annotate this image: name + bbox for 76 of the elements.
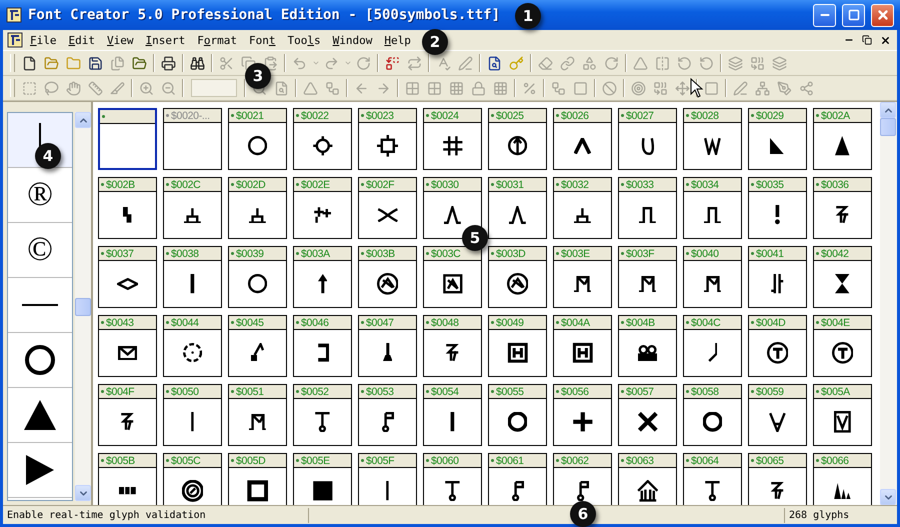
glyph-code: $0048 [431, 316, 459, 328]
glyph-character: © [27, 231, 53, 269]
glyph-code: $0059 [756, 386, 784, 398]
glyph-code: $0053 [366, 386, 394, 398]
glyph-code: $003B [366, 248, 395, 260]
glyph-code: $0040 [691, 248, 719, 260]
glyph-code: $0032 [561, 178, 589, 190]
glyph-code: $0063 [626, 454, 654, 466]
glyph-code: $0027 [626, 110, 654, 122]
glyph-code: $002D [236, 178, 266, 190]
glyph-code: $0034 [691, 178, 719, 190]
glyph-code: $0031 [496, 178, 524, 190]
glyph-code: $0043 [106, 316, 134, 328]
glyph-code: $004E [821, 316, 850, 328]
glyph-code: $003E [561, 248, 590, 260]
glyph-code: $002E [301, 178, 330, 190]
glyph-code: $0046 [301, 316, 329, 328]
glyph-code: $0028 [691, 110, 719, 122]
glyph-code: $0033 [626, 178, 654, 190]
glyph-code: $0050 [171, 386, 199, 398]
glyph-code: $0020-... [171, 110, 210, 122]
glyph-code: $0064 [691, 454, 719, 466]
glyph-code: $003C [431, 248, 460, 260]
glyph-code: $002C [171, 178, 200, 190]
glyph-code: $002A [821, 110, 850, 122]
glyph-code: $0051 [236, 386, 264, 398]
glyph-code: $0042 [821, 248, 849, 260]
glyph-code: $0030 [431, 178, 459, 190]
glyph-code: $0060 [431, 454, 459, 466]
glyph-code: $005B [106, 454, 135, 466]
glyph-code: $0061 [496, 454, 524, 466]
glyph-count: 268 glyphs [788, 510, 850, 520]
glyph-code: $005D [236, 454, 266, 466]
glyph-code: $0037 [106, 248, 134, 260]
glyph-code: $0052 [301, 386, 329, 398]
glyph-code: $0025 [496, 110, 524, 122]
glyph-code: $0062 [561, 454, 589, 466]
glyph-code: $0058 [691, 386, 719, 398]
glyph-code: $004D [756, 316, 786, 328]
glyph-code: $004F [106, 386, 134, 398]
glyph-code: $0044 [171, 316, 199, 328]
glyph-code: $005E [301, 454, 330, 466]
glyph-code: $0041 [756, 248, 784, 260]
glyph-code: $0021 [236, 110, 264, 122]
glyph-code: $0026 [561, 110, 589, 122]
glyph-code: $004A [561, 316, 590, 328]
glyph-code: $0023 [366, 110, 394, 122]
glyph-code: $0036 [821, 178, 849, 190]
glyph-code: $002B [106, 178, 135, 190]
glyph-code: $0065 [756, 454, 784, 466]
status-message: Enable real-time glyph validation [6, 510, 207, 520]
glyph-code: $005A [821, 386, 850, 398]
glyph-code: $003A [301, 248, 330, 260]
glyph-code: $0057 [626, 386, 654, 398]
glyph-code: $0054 [431, 386, 459, 398]
glyph-code: $0049 [496, 316, 524, 328]
glyph-code: $0024 [431, 110, 459, 122]
glyph-code: $0066 [821, 454, 849, 466]
glyph-code: $0045 [236, 316, 264, 328]
glyph-code: $0035 [756, 178, 784, 190]
window-title: Font Creator 5.0 Professional Edition - [500symbols.ttf] [28, 7, 500, 23]
glyph-code: $003D [496, 248, 526, 260]
glyph-code: $005C [171, 454, 200, 466]
glyph-code: $0022 [301, 110, 329, 122]
glyph-character: ® [27, 176, 53, 214]
glyph-code: $0029 [756, 110, 784, 122]
glyph-code: $002F [366, 178, 394, 190]
glyph-code: $0047 [366, 316, 394, 328]
glyph-code: $0055 [496, 386, 524, 398]
glyph-code: $005F [366, 454, 394, 466]
glyph-code: $0056 [561, 386, 589, 398]
glyph-code: $004B [626, 316, 655, 328]
glyph-code: $003F [626, 248, 654, 260]
glyph-code: $004C [691, 316, 720, 328]
glyph-code: $0038 [171, 248, 199, 260]
glyph-code: $0039 [236, 248, 264, 260]
